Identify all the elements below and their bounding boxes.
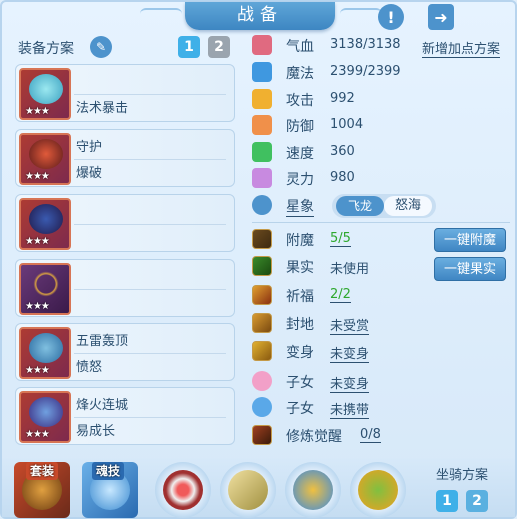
add-point-plan-link[interactable]: 新增加点方案 <box>422 38 501 58</box>
flame-orb-icon <box>358 470 398 510</box>
sword-icon <box>252 89 272 109</box>
equip-slot-2[interactable]: ★★★ 守护 爆破 <box>15 129 235 187</box>
spiral-icon <box>163 470 203 510</box>
mount-skill-slot-4[interactable] <box>350 462 406 518</box>
toggle-option-feilong[interactable]: 飞龙 <box>336 196 384 216</box>
cloud-ornament-right <box>340 8 382 20</box>
set-label: 套装 <box>26 462 59 480</box>
star-icon <box>252 195 272 215</box>
stat-speed: 速度 360 <box>250 141 510 165</box>
flame-icon <box>252 285 272 305</box>
equip-slot-1[interactable]: ★★★ 法术暴击 <box>15 64 235 122</box>
helmet-icon: ★★★ <box>19 133 71 185</box>
divider <box>252 222 510 223</box>
mount-plan-button-2[interactable]: 2 <box>466 490 488 512</box>
boots-icon: ★★★ <box>19 391 71 443</box>
stat-attack: 攻击 992 <box>250 88 510 112</box>
mount-skill-slot-3[interactable] <box>285 462 341 518</box>
equip-slot-3[interactable]: ★★★ <box>15 194 235 252</box>
mount-skill-slot-2[interactable] <box>220 462 276 518</box>
child-carry-row[interactable]: 子女 未携带 <box>250 396 430 420</box>
edit-icon[interactable]: ✎ <box>90 36 112 58</box>
mount-plan-label: 坐骑方案 <box>436 468 489 483</box>
one-click-enchant-button[interactable]: 一键附魔 <box>434 228 506 252</box>
paw-icon <box>252 397 272 417</box>
star-toggle[interactable]: 飞龙 怒海 <box>332 194 436 218</box>
belt-icon: ★★★ <box>19 327 71 379</box>
transform-icon <box>252 341 272 361</box>
cultivation-row[interactable]: 修炼觉醒 0/8 <box>250 424 450 448</box>
stat-defense: 防御 1004 <box>250 114 510 138</box>
mana-icon <box>252 62 272 82</box>
enchant-icon <box>252 229 272 249</box>
scroll-icon <box>252 313 272 333</box>
mount-skill-slot-1[interactable] <box>155 462 211 518</box>
transform-row[interactable]: 变身 未变身 <box>250 340 430 364</box>
share-icon[interactable]: ➜ <box>428 4 454 30</box>
equip-slot-4[interactable]: ★★★ <box>15 259 235 317</box>
equip-slot-5[interactable]: ★★★ 五雷轰顶 愤怒 <box>15 323 235 381</box>
leaf-icon <box>252 256 272 276</box>
cloud-ornament-left <box>140 8 182 20</box>
mount-plan-button-1[interactable]: 1 <box>436 490 458 512</box>
armor-icon: ★★★ <box>19 198 71 250</box>
stat-spirit: 灵力 980 <box>250 167 510 191</box>
equip-slot-6[interactable]: ★★★ 烽火连城 易成长 <box>15 387 235 445</box>
panel-title: 战备 <box>185 2 335 30</box>
blessing-row[interactable]: 祈福 2/2 <box>250 284 430 308</box>
blade-icon <box>228 470 268 510</box>
heart-icon <box>252 35 272 55</box>
child-transform-row[interactable]: 子女 未变身 <box>250 370 430 394</box>
shield-icon <box>252 115 272 135</box>
lightning-icon <box>252 142 272 162</box>
exclamation-icon[interactable]: ! <box>378 4 404 30</box>
fief-row[interactable]: 封地 未受赏 <box>250 312 430 336</box>
flower-icon <box>252 371 272 391</box>
cultivation-icon <box>252 425 272 445</box>
fruit-row[interactable]: 果实 未使用 <box>250 255 430 279</box>
toggle-option-nuhai[interactable]: 怒海 <box>384 196 432 216</box>
equip-plan-label: 装备方案 <box>18 41 74 57</box>
necklace-icon: ★★★ <box>19 263 71 315</box>
enchant-row[interactable]: 附魔 5/5 <box>250 228 430 252</box>
one-click-fruit-button[interactable]: 一键果实 <box>434 257 506 281</box>
stat-mp: 魔法 2399/2399 <box>250 61 510 85</box>
wave-icon <box>293 470 333 510</box>
plan-button-2[interactable]: 2 <box>208 36 230 58</box>
soul-skill-label: 魂技 <box>92 462 125 480</box>
sparkle-icon <box>252 168 272 188</box>
plan-button-1[interactable]: 1 <box>178 36 200 58</box>
weapon-icon: ★★★ <box>19 68 71 120</box>
